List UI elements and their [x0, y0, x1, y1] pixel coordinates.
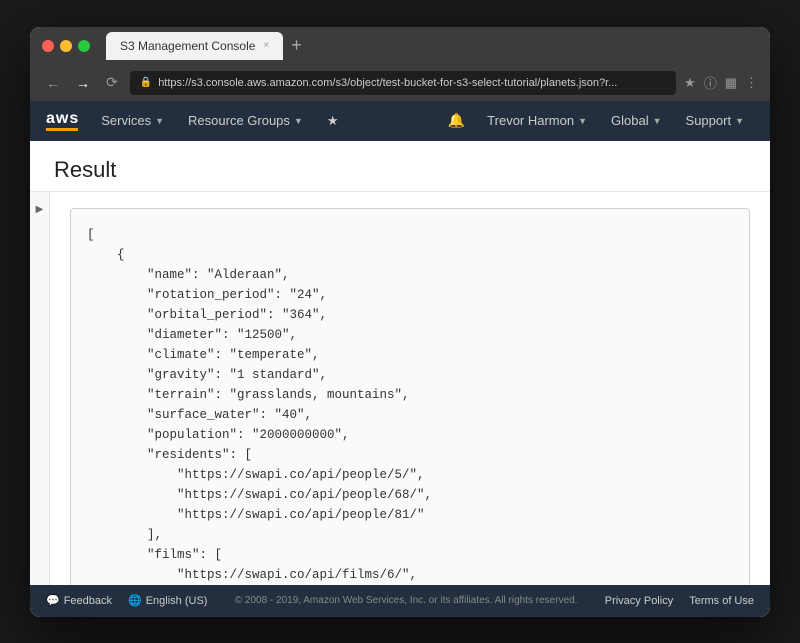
services-label: Services	[101, 113, 151, 128]
feedback-icon: 💬	[46, 594, 60, 607]
json-line: "population": "2000000000",	[87, 425, 733, 445]
support-chevron: ▼	[735, 116, 744, 126]
tab-area: S3 Management Console × +	[106, 32, 302, 60]
json-line: "https://swapi.co/api/films/6/",	[87, 565, 733, 585]
maximize-button[interactable]	[78, 40, 90, 52]
json-line: "terrain": "grasslands, mountains",	[87, 385, 733, 405]
url-bar[interactable]: 🔒 https://s3.console.aws.amazon.com/s3/o…	[130, 71, 676, 95]
browser-window: S3 Management Console × + ← → ⟳ 🔒 https:…	[30, 27, 770, 617]
aws-logo-underline	[46, 128, 78, 131]
aws-navbar: aws Services ▼ Resource Groups ▼ ★ 🔔 Tre…	[30, 101, 770, 141]
terms-label: Terms of Use	[689, 595, 754, 607]
close-button[interactable]	[42, 40, 54, 52]
privacy-link[interactable]: Privacy Policy	[605, 595, 673, 607]
region-label: Global	[611, 113, 649, 128]
tab-title: S3 Management Console	[120, 39, 255, 53]
json-line: "surface_water": "40",	[87, 405, 733, 425]
terms-link[interactable]: Terms of Use	[689, 595, 754, 607]
menu-icon[interactable]: ⋮	[745, 75, 758, 91]
address-actions: ★ ⓘ ▦ ⋮	[684, 73, 758, 92]
new-tab-button[interactable]: +	[291, 35, 302, 56]
forward-button[interactable]: →	[72, 73, 94, 93]
json-line: ],	[87, 525, 733, 545]
resource-groups-chevron: ▼	[294, 116, 303, 126]
result-panel[interactable]: [ { "name": "Alderaan", "rotation_period…	[50, 192, 770, 585]
resource-groups-label: Resource Groups	[188, 113, 290, 128]
main-content: Result ▶ [ { "name": "Alderaan", "rotati…	[30, 141, 770, 585]
json-line: "https://swapi.co/api/people/81/"	[87, 505, 733, 525]
page-title: Result	[54, 157, 746, 183]
json-line: "residents": [	[87, 445, 733, 465]
resource-groups-nav-item[interactable]: Resource Groups ▼	[178, 101, 313, 141]
privacy-label: Privacy Policy	[605, 595, 673, 607]
side-panel: ▶	[30, 192, 50, 585]
json-line: "name": "Alderaan",	[87, 265, 733, 285]
services-chevron: ▼	[155, 116, 164, 126]
json-line: "https://swapi.co/api/people/68/",	[87, 485, 733, 505]
username-chevron: ▼	[578, 116, 587, 126]
aws-logo-text: aws	[46, 111, 79, 127]
json-line: "films": [	[87, 545, 733, 565]
active-tab[interactable]: S3 Management Console ×	[106, 32, 283, 60]
address-bar: ← → ⟳ 🔒 https://s3.console.aws.amazon.co…	[30, 65, 770, 101]
region-chevron: ▼	[653, 116, 662, 126]
minimize-button[interactable]	[60, 40, 72, 52]
footer: 💬 Feedback 🌐 English (US) © 2008 - 2019,…	[30, 585, 770, 617]
json-line: {	[87, 245, 733, 265]
json-line: "gravity": "1 standard",	[87, 365, 733, 385]
region-nav-item[interactable]: Global ▼	[601, 101, 672, 141]
bookmark-nav-item[interactable]: ★	[317, 101, 349, 141]
json-line: "climate": "temperate",	[87, 345, 733, 365]
globe-icon: 🌐	[128, 594, 142, 607]
bookmark-nav-icon: ★	[327, 113, 339, 129]
feedback-label: Feedback	[64, 595, 112, 607]
aws-logo[interactable]: aws	[46, 111, 79, 131]
language-selector[interactable]: 🌐 English (US)	[128, 594, 207, 607]
lock-icon: 🔒	[140, 77, 152, 88]
bookmark-icon[interactable]: ★	[684, 75, 696, 91]
nav-right: 🔔 Trevor Harmon ▼ Global ▼ Support ▼	[440, 101, 754, 141]
json-line: [	[87, 225, 733, 245]
username-nav-item[interactable]: Trevor Harmon ▼	[477, 101, 597, 141]
notifications-icon[interactable]: 🔔	[440, 112, 473, 129]
json-line: "orbital_period": "364",	[87, 305, 733, 325]
tab-close-icon[interactable]: ×	[263, 40, 269, 51]
json-line: "https://swapi.co/api/people/5/",	[87, 465, 733, 485]
services-nav-item[interactable]: Services ▼	[91, 101, 174, 141]
refresh-button[interactable]: ⟳	[102, 72, 122, 93]
page-header: Result	[30, 141, 770, 192]
traffic-lights	[42, 40, 90, 52]
feedback-link[interactable]: 💬 Feedback	[46, 594, 112, 607]
json-line: "rotation_period": "24",	[87, 285, 733, 305]
json-line: "diameter": "12500",	[87, 325, 733, 345]
url-text: https://s3.console.aws.amazon.com/s3/obj…	[158, 77, 617, 89]
title-bar: S3 Management Console × +	[30, 27, 770, 65]
language-label: English (US)	[146, 595, 208, 607]
info-icon[interactable]: ⓘ	[704, 73, 717, 92]
cast-icon[interactable]: ▦	[725, 75, 737, 91]
username-label: Trevor Harmon	[487, 113, 574, 128]
support-label: Support	[686, 113, 732, 128]
support-nav-item[interactable]: Support ▼	[676, 101, 754, 141]
collapse-button[interactable]: ▶	[34, 204, 45, 215]
back-button[interactable]: ←	[42, 73, 64, 93]
content-area: ▶ [ { "name": "Alderaan", "rotation_peri…	[30, 192, 770, 585]
footer-copyright: © 2008 - 2019, Amazon Web Services, Inc.…	[223, 595, 588, 606]
result-box: [ { "name": "Alderaan", "rotation_period…	[70, 208, 750, 585]
